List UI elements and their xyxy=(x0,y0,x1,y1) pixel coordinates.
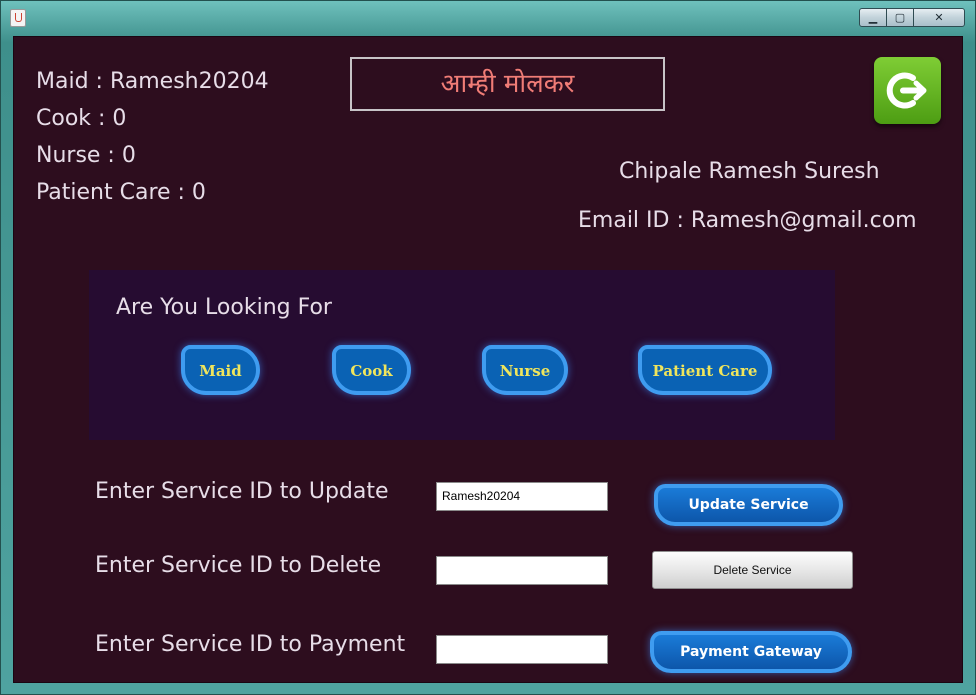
maid-button[interactable]: Maid xyxy=(181,345,260,395)
app-window: ▁ ▢ ✕ Maid : Ramesh20204 Cook : 0 Nurse … xyxy=(0,0,976,695)
logout-icon xyxy=(886,72,927,109)
panel-heading: Are You Looking For xyxy=(116,295,332,320)
payment-label: Enter Service ID to Payment xyxy=(95,632,406,657)
close-button[interactable]: ✕ xyxy=(913,8,965,27)
payment-id-input[interactable] xyxy=(436,635,608,664)
update-label: Enter Service ID to Update xyxy=(95,479,389,504)
user-name: Chipale Ramesh Suresh xyxy=(619,159,880,184)
user-email: Email ID : Ramesh@gmail.com xyxy=(578,208,917,233)
minimize-button[interactable]: ▁ xyxy=(859,8,887,27)
patient-care-button[interactable]: Patient Care xyxy=(638,345,772,395)
update-id-input[interactable]: Ramesh20204 xyxy=(436,482,608,511)
title-bar[interactable]: ▁ ▢ ✕ xyxy=(1,1,975,31)
cook-count: Cook : 0 xyxy=(36,106,127,131)
update-service-button[interactable]: Update Service xyxy=(654,484,843,526)
nurse-count: Nurse : 0 xyxy=(36,143,136,168)
main-content: Maid : Ramesh20204 Cook : 0 Nurse : 0 Pa… xyxy=(13,36,963,683)
nurse-button[interactable]: Nurse xyxy=(482,345,568,395)
delete-label: Enter Service ID to Delete xyxy=(95,553,382,578)
app-title: आम्ही मोलकर xyxy=(350,57,665,111)
service-search-panel: Are You Looking For Maid Cook Nurse Pati… xyxy=(89,270,835,440)
java-app-icon xyxy=(10,9,26,27)
delete-service-button[interactable]: Delete Service xyxy=(652,551,853,589)
maid-count: Maid : Ramesh20204 xyxy=(36,69,269,94)
delete-id-input[interactable] xyxy=(436,556,608,585)
logout-button[interactable] xyxy=(874,57,941,124)
patient-care-count: Patient Care : 0 xyxy=(36,180,206,205)
payment-gateway-button[interactable]: Payment Gateway xyxy=(650,631,852,673)
maximize-button[interactable]: ▢ xyxy=(886,8,914,27)
cook-button[interactable]: Cook xyxy=(332,345,411,395)
